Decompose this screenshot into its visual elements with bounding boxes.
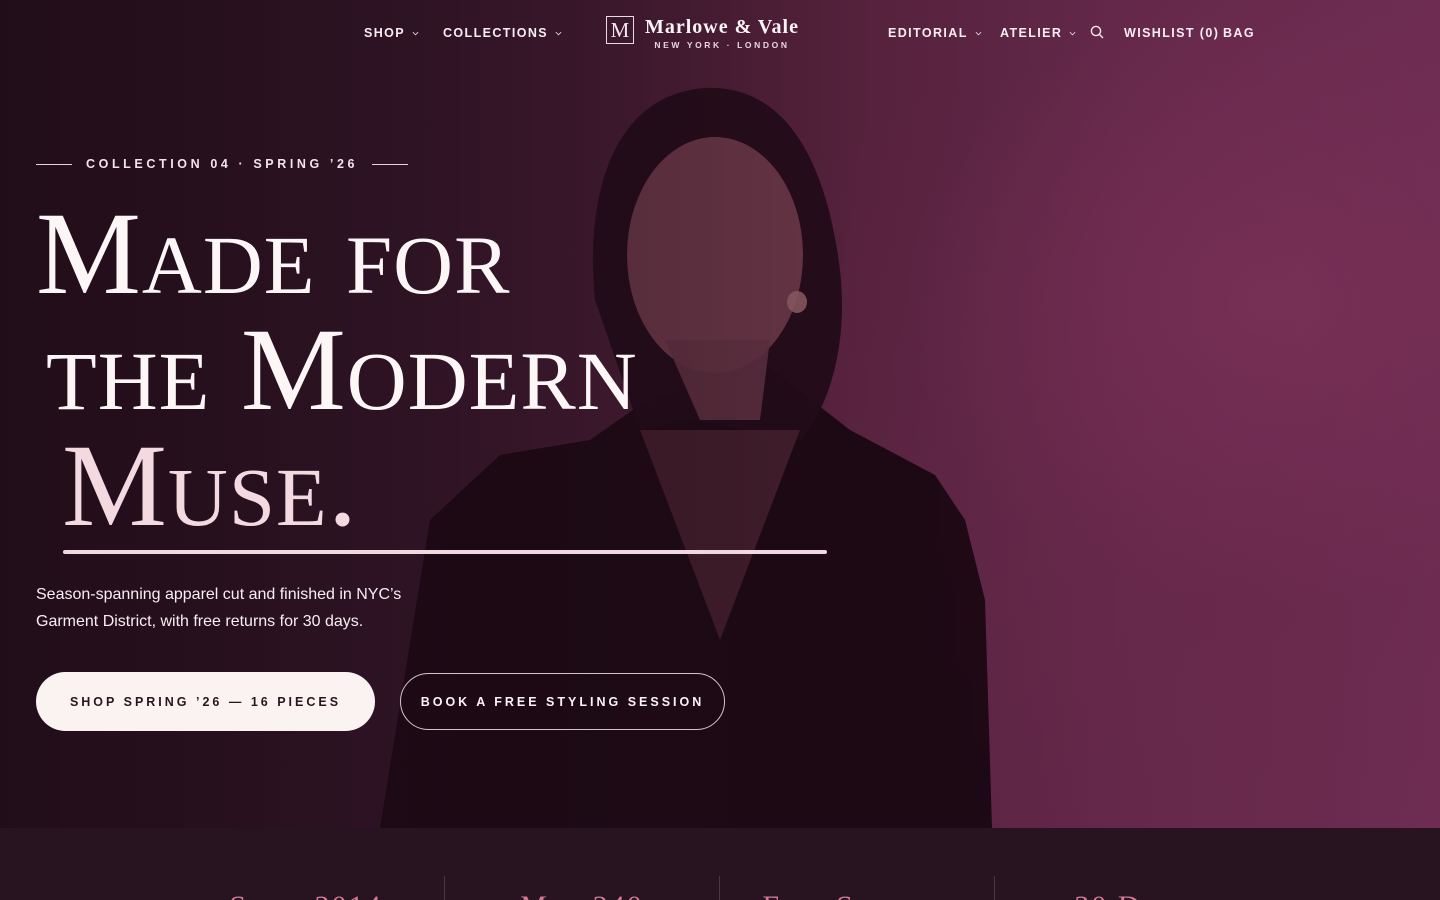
headline-line-2: the Modern (46, 304, 638, 435)
brand-logo[interactable]: M Marlowe & Vale NEW YORK · LONDON (606, 16, 799, 50)
eyebrow-rule-right (372, 163, 409, 165)
headline-line-1: Made for (36, 188, 511, 319)
logo-subtitle: NEW YORK · LONDON (654, 40, 790, 50)
nav-bag[interactable]: BAG (1223, 26, 1255, 40)
nav-collections-label: COLLECTIONS (443, 26, 548, 40)
chevron-down-icon (975, 31, 982, 35)
nav-shop-label: SHOP (364, 26, 406, 40)
nav-bag-label: BAG (1223, 26, 1255, 40)
top-nav: SHOP COLLECTIONS M Marlowe & Vale NEW YO… (0, 0, 1440, 70)
eyebrow-text: COLLECTION 04 · SPRING ’26 (86, 157, 359, 171)
stat-since: Since 2014 (229, 890, 382, 900)
nav-wishlist-label: WISHLIST (0) (1124, 26, 1220, 40)
stat-divider (719, 876, 720, 900)
search-icon[interactable] (1090, 25, 1104, 39)
hero-headline: Made for the Modern Muse. (36, 188, 638, 551)
stat-divider (994, 876, 995, 900)
hero-lede: Season-spanning apparel cut and finished… (36, 586, 402, 630)
stat-returns: 30 Days (1074, 890, 1187, 900)
book-styling-button[interactable]: BOOK A FREE STYLING SESSION (400, 673, 725, 730)
chevron-down-icon (555, 31, 562, 35)
hero-eyebrow: COLLECTION 04 · SPRING ’26 (36, 157, 409, 171)
shop-spring-button[interactable]: SHOP SPRING ’26 — 16 PIECES (36, 672, 375, 731)
headline-line-3: Muse. (62, 420, 359, 551)
nav-collections[interactable]: COLLECTIONS (443, 26, 562, 40)
nav-editorial-label: EDITORIAL (888, 26, 968, 40)
nav-wishlist[interactable]: WISHLIST (0) (1124, 26, 1219, 40)
nav-shop[interactable]: SHOP (364, 26, 419, 40)
stats-strip: Since 2014 Max 240 Free Shipping 30 Days (0, 828, 1440, 900)
logo-name: Marlowe & Vale (645, 16, 799, 38)
stat-divider (444, 876, 445, 900)
headline-underline (63, 550, 827, 554)
nav-editorial[interactable]: EDITORIAL (888, 26, 982, 40)
nav-atelier[interactable]: ATELIER (1000, 26, 1076, 40)
stat-shipping: Free Shipping (762, 890, 951, 900)
chevron-down-icon (1069, 31, 1076, 35)
eyebrow-rule-left (36, 163, 72, 165)
nav-atelier-label: ATELIER (1000, 26, 1063, 40)
stat-max: Max 240 (520, 890, 644, 900)
chevron-down-icon (412, 31, 419, 35)
logo-monogram: M (606, 16, 634, 44)
